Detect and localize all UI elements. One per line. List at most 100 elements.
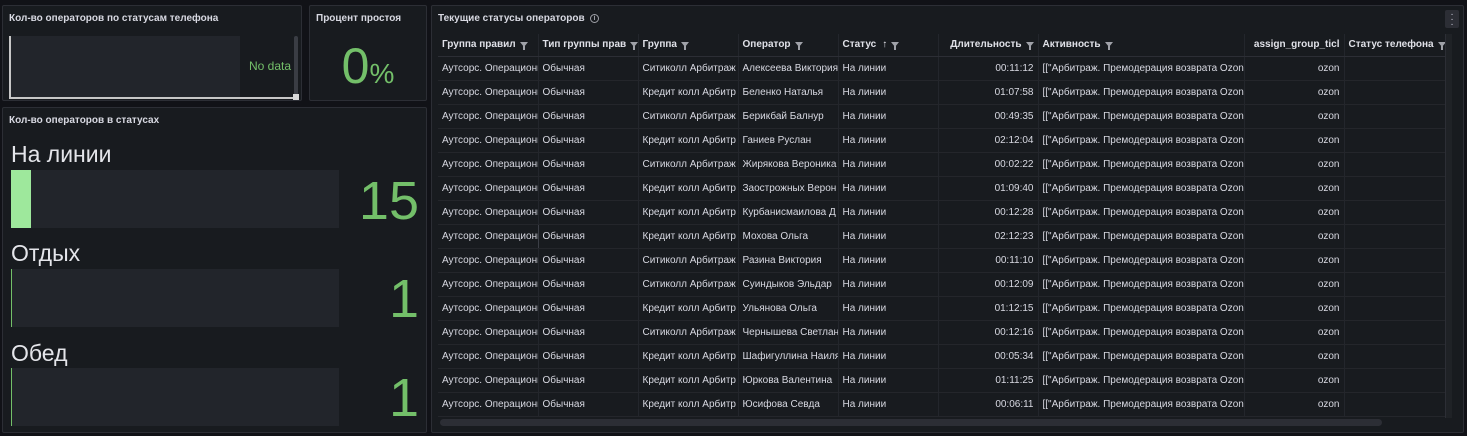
table-cell: На линии <box>838 296 939 321</box>
table-cell: [["Арбитраж. Премодерация возврата Ozon <box>1038 224 1245 249</box>
table-cell <box>1344 296 1446 321</box>
table-cell: Аутсорс. Операционн <box>438 56 539 81</box>
table-cell: ozon <box>1244 80 1345 105</box>
table-row[interactable]: Аутсорс. Операционн Обычная Кредит колл Ар… <box>438 128 1446 153</box>
table-row[interactable]: Аутсорс. Операционн Обычная Ситиколл Арбит… <box>438 152 1446 177</box>
table-cell: На линии <box>838 272 939 297</box>
filter-icon[interactable] <box>519 42 528 51</box>
panel-title[interactable]: Текущие статусы операторов <box>438 13 585 24</box>
panel-title[interactable]: Кол-во операторов по статусам телефона <box>9 13 218 24</box>
table-cell: Ситиколл Арбитраж <box>638 152 739 177</box>
table-cell <box>1344 104 1446 129</box>
idle-percent-panel: Процент простоя 0% <box>309 5 427 101</box>
table-cell: Обычная <box>538 344 639 369</box>
table-row[interactable]: Аутсорс. Операционн Обычная Кредит колл Ар… <box>438 368 1446 393</box>
table-row[interactable]: Аутсорс. Операционн Обычная Кредит колл Ар… <box>438 224 1446 249</box>
table-cell: На линии <box>838 56 939 81</box>
filter-icon[interactable] <box>630 42 637 51</box>
filter-icon[interactable] <box>680 42 689 51</box>
table-cell: [["Арбитраж. Премодерация возврата Ozon <box>1038 320 1245 345</box>
table-cell: Аутсорс. Операционн <box>438 152 539 177</box>
table-row[interactable]: Аутсорс. Операционн Обычная Кредит колл Ар… <box>438 200 1446 225</box>
table-cell: Обычная <box>538 80 639 105</box>
vertical-scrollbar[interactable] <box>1445 34 1452 418</box>
phone-status-panel: Кол-во операторов по статусам телефона N… <box>2 5 302 101</box>
column-header-duration[interactable]: Длительность <box>938 34 1039 57</box>
filter-icon[interactable] <box>794 42 803 51</box>
table-header-row: Группа правил Тип группы прав Группа Опе… <box>438 34 1446 57</box>
column-header-phone-status[interactable]: Статус телефона <box>1344 34 1446 57</box>
table-cell: ozon <box>1244 128 1345 153</box>
table-cell: Кредит колл Арбитр <box>638 224 739 249</box>
table-cell: ozon <box>1244 320 1345 345</box>
table-cell: 00:12:28 <box>938 200 1039 225</box>
table-cell: Аутсорс. Операционн <box>438 176 539 201</box>
no-data-message: No data <box>249 59 292 73</box>
table-cell: Ульянова Ольга <box>738 296 839 321</box>
sort-asc-icon: ↑ <box>882 39 888 51</box>
table-cell: Чернышева Светлан <box>738 320 839 345</box>
table-cell: ozon <box>1244 392 1345 417</box>
table-cell: Аутсорс. Операционн <box>438 272 539 297</box>
table-cell <box>1344 392 1446 417</box>
table-row[interactable]: Аутсорс. Операционн Обычная Ситиколл Арбит… <box>438 320 1446 345</box>
bar-value-rest: 1 <box>388 269 419 329</box>
table-cell: Кредит колл Арбитр <box>638 296 739 321</box>
table-row[interactable]: Аутсорс. Операционн Обычная Ситиколл Арбит… <box>438 248 1446 273</box>
column-header-rule-group[interactable]: Группа правил <box>438 34 539 57</box>
table-cell <box>1344 368 1446 393</box>
table-cell: На линии <box>838 224 939 249</box>
table-row[interactable]: Аутсорс. Операционн Обычная Ситиколл Арбит… <box>438 104 1446 129</box>
table-row[interactable]: Аутсорс. Операционн Обычная Кредит колл Ар… <box>438 296 1446 321</box>
column-header-assign-group[interactable]: assign_group_ticl <box>1244 34 1345 57</box>
table-cell <box>1344 272 1446 297</box>
table-cell <box>1344 320 1446 345</box>
table-cell: На линии <box>838 344 939 369</box>
table-cell: 02:12:04 <box>938 128 1039 153</box>
table-row[interactable]: Аутсорс. Операционн Обычная Кредит колл Ар… <box>438 176 1446 201</box>
table-cell: Жирякова Вероника <box>738 152 839 177</box>
resize-handle[interactable] <box>293 94 299 100</box>
table-row[interactable]: Аутсорс. Операционн Обычная Кредит колл Ар… <box>438 344 1446 369</box>
table-cell: Кредит колл Арбитр <box>638 344 739 369</box>
table-cell: На линии <box>838 392 939 417</box>
table-row[interactable]: Аутсорс. Операционн Обычная Ситиколл Арбит… <box>438 272 1446 297</box>
vertical-scrollbar[interactable] <box>294 36 298 97</box>
column-header-status[interactable]: Статус ↑ <box>838 34 939 57</box>
operators-table-panel: Текущие статусы операторов i · · · Группа … <box>431 5 1464 433</box>
bar-fill-online <box>11 170 31 228</box>
column-header-rule-group-type[interactable]: Тип группы прав <box>538 34 639 57</box>
panel-title[interactable]: Кол-во операторов в статусах <box>9 115 159 126</box>
info-icon[interactable]: i <box>590 14 599 23</box>
table-cell: Ситиколл Арбитраж <box>638 56 739 81</box>
table-row[interactable]: Аутсорс. Операционн Обычная Кредит колл Ар… <box>438 392 1446 417</box>
table-cell: Кредит колл Арбитр <box>638 80 739 105</box>
table-cell: ozon <box>1244 104 1345 129</box>
bar-label-lunch: Обед <box>11 340 68 366</box>
bar-track-rest <box>11 269 339 327</box>
panel-title[interactable]: Процент простоя <box>316 13 401 24</box>
table-cell: ozon <box>1244 152 1345 177</box>
horizontal-scrollbar[interactable] <box>440 419 1382 426</box>
table-cell: На линии <box>838 248 939 273</box>
filter-icon[interactable] <box>1104 42 1113 51</box>
filter-icon[interactable] <box>1437 42 1444 51</box>
column-header-operator[interactable]: Оператор <box>738 34 839 57</box>
table-cell: Ганиев Руслан <box>738 128 839 153</box>
bar-value-online: 15 <box>358 171 419 231</box>
column-header-group[interactable]: Группа <box>638 34 739 57</box>
column-header-activity[interactable]: Активность <box>1038 34 1245 57</box>
stat-value: 0% <box>310 38 426 94</box>
panel-menu-icon[interactable]: · · · <box>1445 10 1459 30</box>
stat-unit: % <box>369 58 395 89</box>
table-cell: Аутсорс. Операционн <box>438 200 539 225</box>
table-cell: [["Арбитраж. Премодерация возврата Ozon <box>1038 200 1245 225</box>
filter-icon[interactable] <box>1025 42 1034 51</box>
table-cell <box>1344 224 1446 249</box>
table-row[interactable]: Аутсорс. Операционн Обычная Ситиколл Арбит… <box>438 56 1446 81</box>
table-row[interactable]: Аутсорс. Операционн Обычная Кредит колл Ар… <box>438 80 1446 105</box>
table-cell: 02:12:23 <box>938 224 1039 249</box>
table-cell: Заострожных Верон <box>738 176 839 201</box>
filter-icon[interactable] <box>891 42 900 51</box>
table-cell: Обычная <box>538 224 639 249</box>
